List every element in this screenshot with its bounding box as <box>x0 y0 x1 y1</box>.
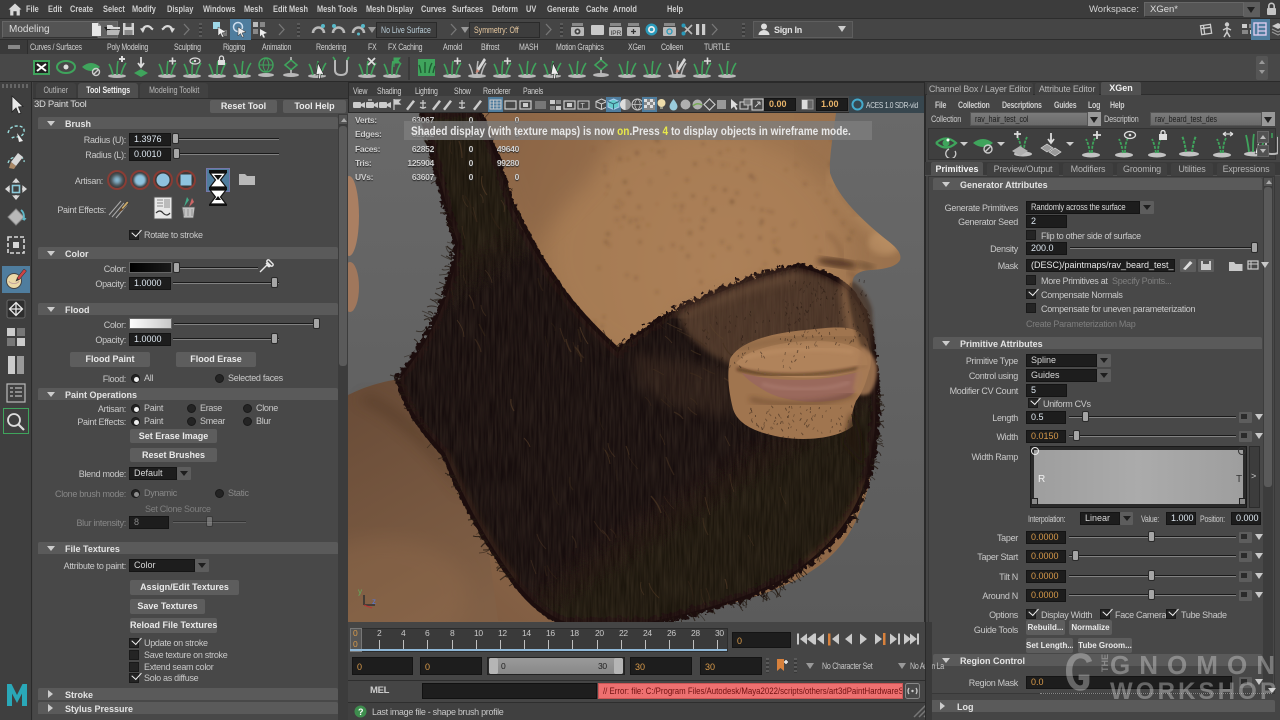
svg-text:z: z <box>372 597 376 606</box>
svg-text:WORKSHOP: WORKSHOP <box>1110 678 1276 702</box>
svg-text:IPR: IPR <box>611 30 622 37</box>
svg-text:GNOMON: GNOMON <box>1110 650 1276 680</box>
svg-text:y: y <box>358 587 362 596</box>
svg-text:T: T <box>581 103 586 110</box>
svg-text:THE: THE <box>1100 654 1110 672</box>
svg-text:?: ? <box>358 707 364 717</box>
